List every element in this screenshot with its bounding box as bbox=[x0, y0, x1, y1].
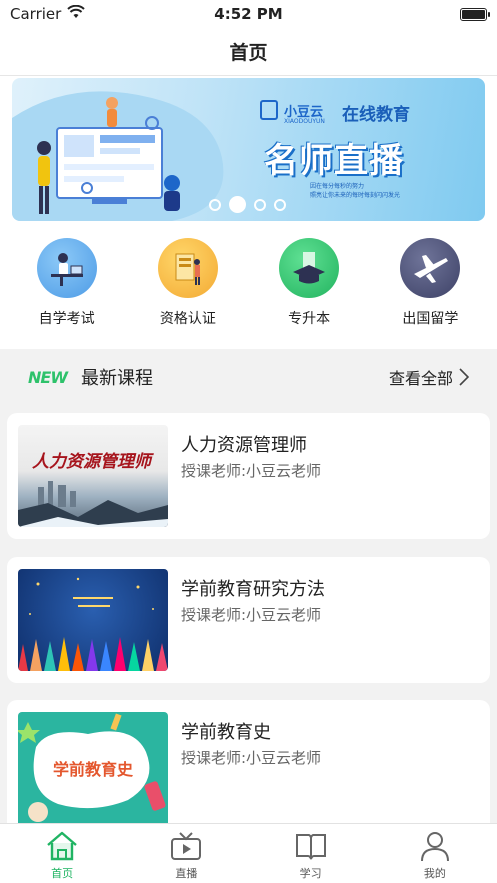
banner-brand: 小豆云 bbox=[260, 100, 323, 120]
tab-label: 学习 bbox=[299, 867, 322, 880]
tab-label: 首页 bbox=[51, 867, 74, 880]
banner-online-label: 在线教育 bbox=[342, 105, 410, 125]
brand-subtitle: XIAODOUYUN bbox=[284, 118, 325, 125]
course-thumbnail: 学前教育史 bbox=[18, 712, 168, 823]
course-card[interactable]: 人力资源管理师 人力资源管理师 授课老师:小豆云老师 bbox=[7, 413, 490, 539]
user-icon bbox=[420, 832, 449, 862]
course-title: 学前教育研究方法 bbox=[181, 579, 325, 600]
course-teacher: 授课老师:小豆云老师 bbox=[181, 462, 322, 480]
graduation-cap-icon bbox=[279, 238, 340, 298]
banner-slogan-line: 因在每分每秒的努力 bbox=[310, 183, 365, 190]
latest-courses-header: NEW 最新课程 查看全部 bbox=[0, 349, 497, 405]
carousel-dot[interactable] bbox=[229, 196, 246, 213]
tab-home[interactable]: 首页 bbox=[0, 824, 124, 883]
top-area: 小豆云 XIAODOUYUN 在线教育 名师直播 因在每分每秒的努力 照亮让你未… bbox=[0, 76, 497, 349]
navigation-bar: 首页 bbox=[0, 28, 497, 76]
course-thumbnail-text: 人力资源管理师 bbox=[32, 452, 151, 472]
course-teacher: 授课老师:小豆云老师 bbox=[181, 606, 322, 624]
book-icon bbox=[295, 834, 326, 860]
carousel-dot[interactable] bbox=[274, 198, 286, 211]
tab-bar: 首页 直播 学习 我的 bbox=[0, 823, 497, 883]
category-label: 自学考试 bbox=[38, 311, 95, 327]
wifi-icon bbox=[67, 4, 86, 23]
new-badge: NEW bbox=[28, 367, 68, 387]
tab-study[interactable]: 学习 bbox=[249, 824, 373, 883]
course-teacher: 授课老师:小豆云老师 bbox=[181, 749, 322, 767]
banner-headline: 名师直播 bbox=[264, 141, 404, 181]
airplane-icon bbox=[400, 238, 461, 298]
carousel-indicator[interactable] bbox=[209, 196, 286, 213]
carrier-label: Carrier bbox=[10, 5, 62, 23]
course-thumbnail: 人力资源管理师 bbox=[18, 425, 168, 527]
brand-name: 小豆云 bbox=[284, 104, 324, 120]
category-upgrade[interactable]: 专升本 bbox=[259, 238, 359, 328]
page-title: 首页 bbox=[229, 42, 268, 64]
course-thumbnail-text: 学前教育史 bbox=[52, 760, 133, 779]
banner-slogan-line: 照亮让你未来的每时每刻闪闪发光 bbox=[310, 192, 401, 199]
category-self-study[interactable]: 自学考试 bbox=[17, 238, 117, 328]
view-all-link[interactable]: 查看全部 bbox=[389, 365, 469, 389]
category-study-abroad[interactable]: 出国留学 bbox=[380, 238, 480, 328]
tab-live[interactable]: 直播 bbox=[124, 824, 248, 883]
certification-icon bbox=[157, 238, 218, 298]
tv-icon bbox=[171, 832, 202, 860]
tab-label: 直播 bbox=[175, 867, 198, 880]
status-left: Carrier bbox=[10, 4, 86, 23]
tab-profile[interactable]: 我的 bbox=[373, 824, 497, 883]
carousel-dot[interactable] bbox=[254, 198, 266, 211]
brand-logo-icon bbox=[260, 100, 278, 120]
category-label: 资格认证 bbox=[159, 311, 216, 327]
course-card[interactable]: 学前教育研究方法 授课老师:小豆云老师 bbox=[7, 557, 490, 683]
status-bar: Carrier 4:52 PM bbox=[0, 0, 497, 28]
self-study-icon bbox=[36, 238, 97, 298]
category-certification[interactable]: 资格认证 bbox=[138, 238, 238, 328]
tab-label: 我的 bbox=[423, 867, 446, 880]
course-thumbnail bbox=[18, 569, 168, 671]
course-card[interactable]: 学前教育史 学前教育史 授课老师:小豆云老师 bbox=[7, 700, 490, 823]
home-icon bbox=[47, 831, 77, 861]
course-title: 人力资源管理师 bbox=[181, 435, 307, 456]
category-grid: 自学考试 资格认证 专升本 出国留学 bbox=[0, 238, 497, 328]
battery-icon bbox=[460, 7, 490, 21]
category-label: 出国留学 bbox=[402, 311, 459, 327]
promo-banner[interactable]: 小豆云 XIAODOUYUN 在线教育 名师直播 因在每分每秒的努力 照亮让你未… bbox=[12, 78, 485, 221]
carousel-dot[interactable] bbox=[209, 198, 221, 211]
chevron-right-icon bbox=[459, 368, 469, 386]
course-title: 学前教育史 bbox=[181, 722, 271, 743]
view-all-label: 查看全部 bbox=[388, 369, 453, 388]
section-title: 最新课程 bbox=[80, 368, 153, 389]
banner-slogan: 因在每分每秒的努力 照亮让你未来的每时每刻闪闪发光 bbox=[310, 182, 400, 200]
category-label: 专升本 bbox=[288, 311, 331, 327]
